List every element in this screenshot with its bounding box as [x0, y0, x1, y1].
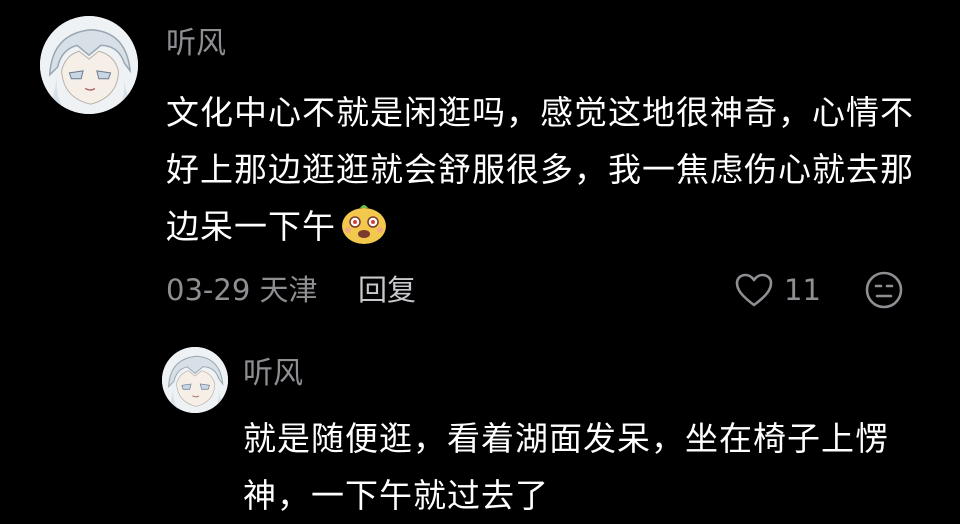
- comment-text: 文化中心不就是闲逛吗，感觉这地很神奇，心情不好上那边逛逛就会舒服很多，我一焦虑伤…: [166, 84, 926, 255]
- reply-button[interactable]: 回复: [358, 268, 416, 312]
- username[interactable]: 听风: [166, 24, 226, 64]
- comment-text-content: 文化中心不就是闲逛吗，感觉这地很神奇，心情不好上那边逛逛就会舒服很多，我一焦虑伤…: [166, 93, 914, 246]
- avatar[interactable]: [40, 16, 138, 114]
- avatar[interactable]: [162, 347, 228, 413]
- yellow-bean-face-emoji-icon: [338, 200, 390, 246]
- unhappy-face-icon: [865, 271, 903, 309]
- anime-avatar-icon: [162, 347, 228, 413]
- reply-text: 就是随便逛，看着湖面发呆，坐在椅子上愣神，一下午就过去了: [243, 419, 889, 515]
- dislike-button[interactable]: [864, 270, 904, 310]
- heart-outline-icon: [735, 273, 773, 307]
- comment-meta: 03-29 天津: [166, 273, 318, 307]
- like-count: 11: [784, 273, 821, 307]
- anime-avatar-icon: [40, 16, 138, 114]
- username[interactable]: 听风: [243, 354, 303, 394]
- like-button[interactable]: 11: [734, 268, 821, 312]
